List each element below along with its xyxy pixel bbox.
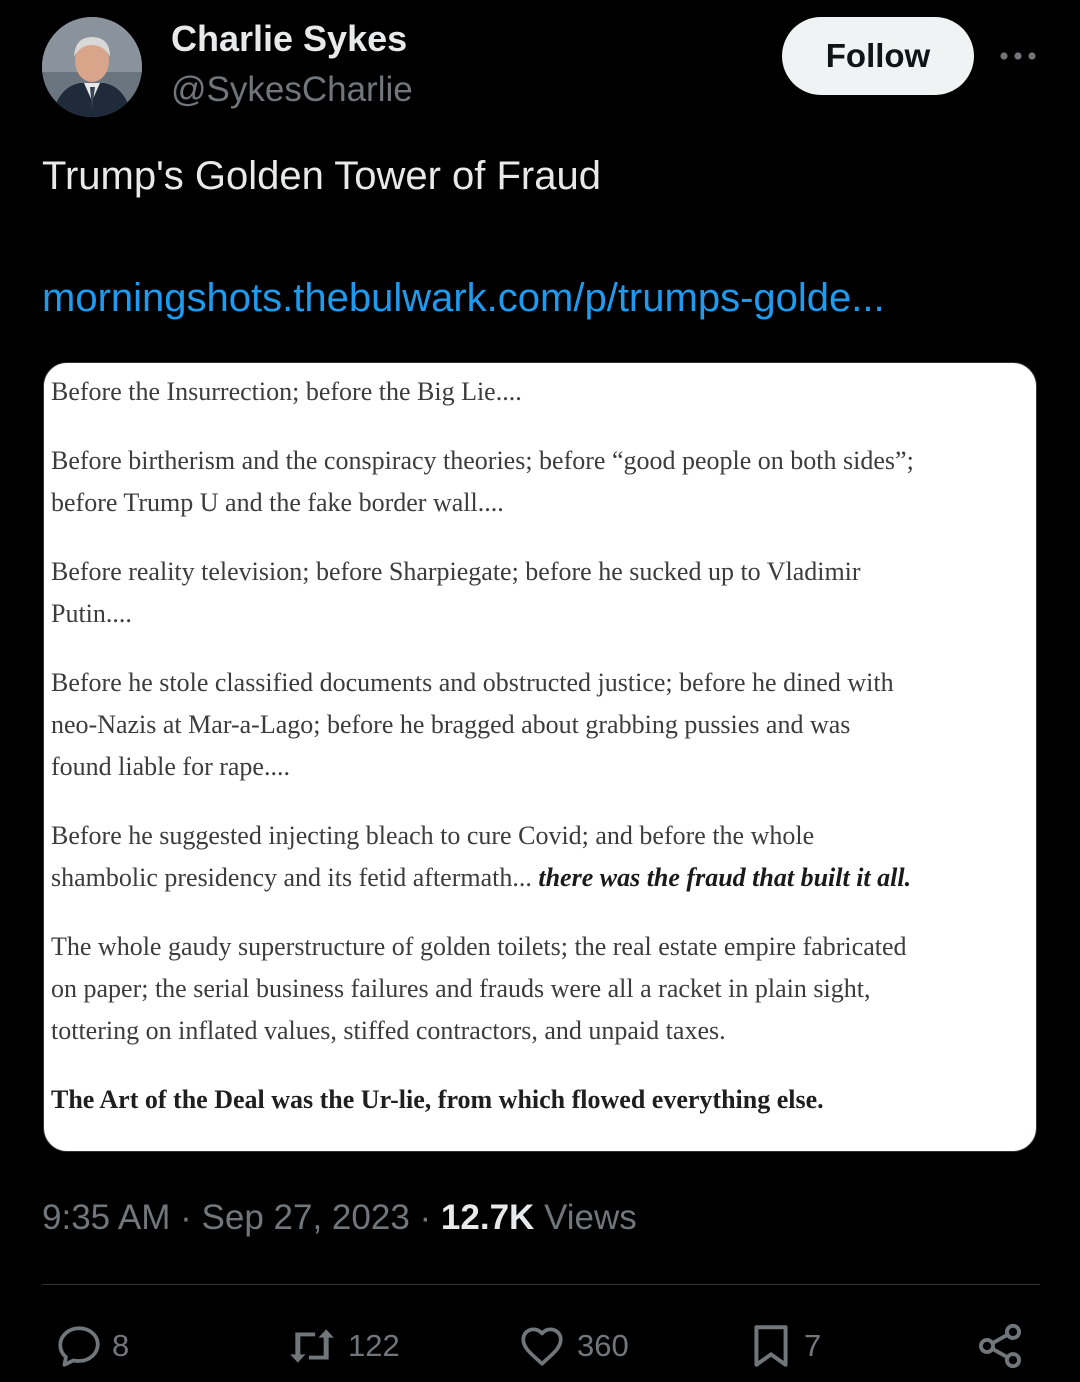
image-text-span: shambolic presidency and its fetid after… [51, 863, 539, 892]
bookmark-button[interactable]: 7 [746, 1318, 821, 1374]
tweet-link[interactable]: morningshots.thebulwark.com/p/trumps-gol… [42, 276, 885, 321]
heart-icon [521, 1327, 563, 1366]
image-text-line: Before he stole classified documents and… [51, 668, 894, 697]
author-name[interactable]: Charlie Sykes [171, 18, 407, 60]
share-button[interactable] [974, 1318, 1026, 1374]
divider [42, 1284, 1040, 1285]
avatar-photo [42, 17, 142, 117]
image-text-line: before Trump U and the fake border wall.… [51, 488, 504, 517]
image-text-emphasis: there was the fraud that built it all. [538, 863, 912, 892]
image-text-line: The Art of the Deal was the Ur-lie, from… [51, 1085, 824, 1114]
like-button[interactable]: 360 [515, 1318, 629, 1374]
reply-button[interactable]: 8 [54, 1318, 129, 1374]
repost-icon [290, 1329, 334, 1363]
tweet-text: Trump's Golden Tower of Fraud [42, 154, 601, 198]
tweet-time[interactable]: 9:35 AM [42, 1198, 170, 1237]
repost-button[interactable]: 122 [284, 1318, 400, 1374]
image-text-line: Before reality television; before Sharpi… [51, 557, 861, 586]
image-text-line: Before birtherism and the conspiracy the… [51, 446, 914, 475]
meta-separator: · [419, 1198, 432, 1237]
reply-icon [58, 1326, 100, 1367]
image-text-line: Before the Insurrection; before the Big … [51, 377, 522, 406]
views-count[interactable]: 12.7K [441, 1198, 534, 1237]
repost-count: 122 [348, 1328, 400, 1363]
follow-button[interactable]: Follow [782, 17, 974, 95]
tweet-date[interactable]: Sep 27, 2023 [202, 1198, 410, 1237]
image-text-line: neo-Nazis at Mar-a-Lago; before he bragg… [51, 710, 851, 739]
like-count: 360 [577, 1328, 629, 1363]
image-text-line: tottering on inflated values, stiffed co… [51, 1016, 726, 1045]
share-icon [978, 1323, 1022, 1369]
views-label[interactable]: Views [544, 1198, 637, 1237]
reply-count: 8 [112, 1328, 130, 1363]
image-text-line: shambolic presidency and its fetid after… [51, 857, 911, 899]
more-icon[interactable] [998, 38, 1038, 74]
tweet-meta: 9:35 AM · Sep 27, 2023 · 12.7K Views [42, 1198, 637, 1238]
attached-image[interactable]: Before the Insurrection; before the Big … [43, 362, 1037, 1152]
image-text-line: found liable for rape.... [51, 752, 290, 781]
meta-separator: · [180, 1198, 192, 1237]
author-handle[interactable]: @SykesCharlie [171, 70, 413, 110]
avatar[interactable] [42, 17, 142, 117]
bookmark-icon [754, 1325, 788, 1367]
image-text-line: Putin.... [51, 599, 132, 628]
image-text-line: on paper; the serial business failures a… [51, 974, 871, 1003]
image-text-line: Before he suggested injecting bleach to … [51, 821, 815, 850]
image-text-line: The whole gaudy superstructure of golden… [51, 932, 907, 961]
bookmark-count: 7 [804, 1328, 822, 1363]
